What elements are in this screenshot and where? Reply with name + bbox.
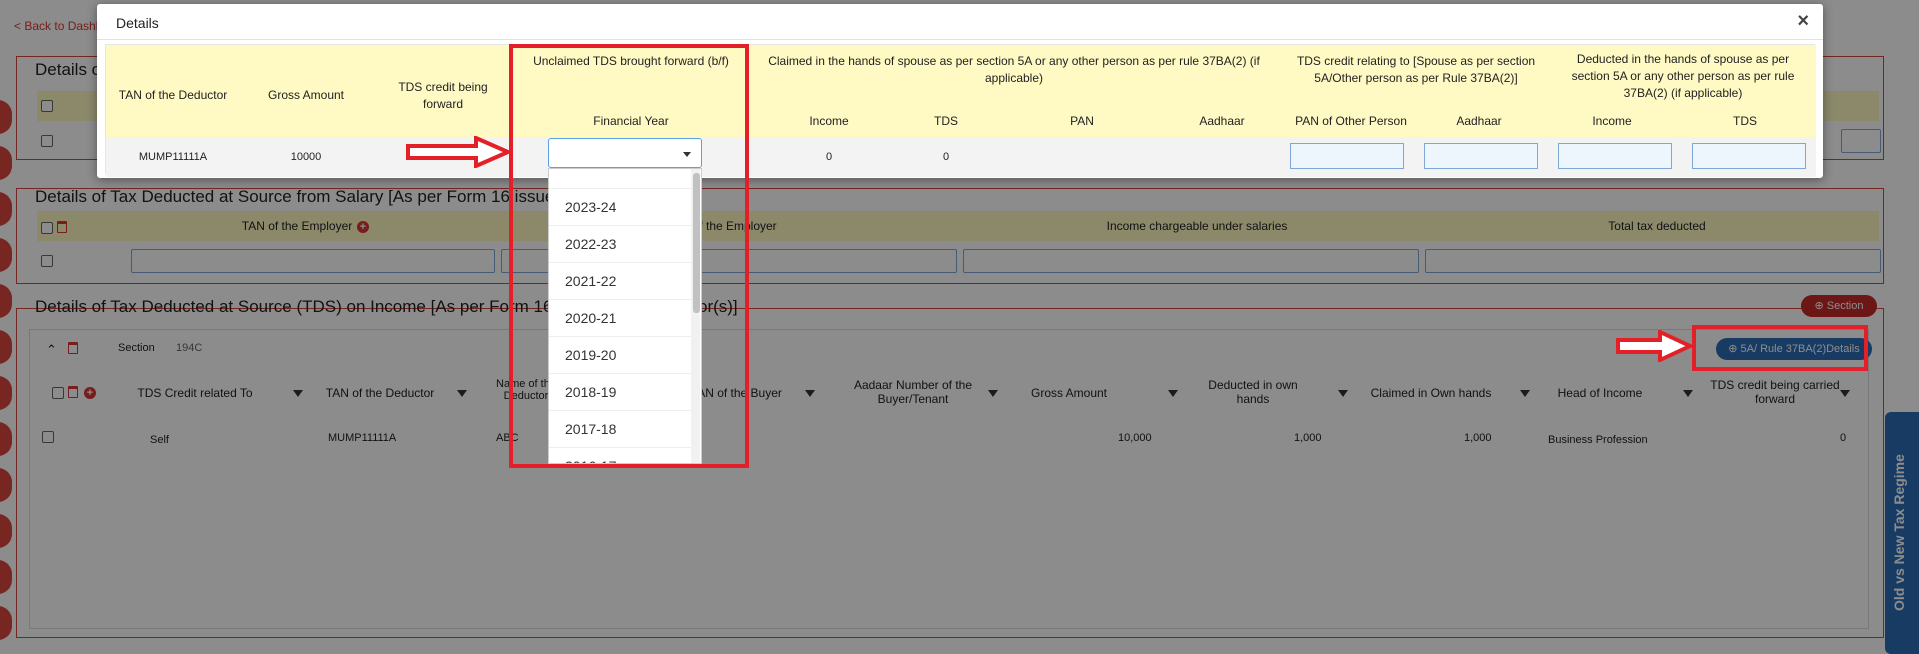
header-tds-credit-group: TDS credit relating to [Spouse as per se… xyxy=(1296,54,1536,85)
header-aadhaar: Aadhaar xyxy=(1199,114,1245,128)
highlight-box-financial-year xyxy=(509,44,749,468)
pan-other-person-input[interactable] xyxy=(1290,143,1404,169)
header-claimed-group: Claimed in the hands of spouse as per se… xyxy=(768,54,1260,85)
highlight-box-rule-button xyxy=(1692,325,1868,371)
cell-income: 0 xyxy=(825,151,833,163)
annotation-arrow-icon xyxy=(406,136,513,168)
header-tds-credit: TDS credit being forward xyxy=(398,80,488,111)
header-tan: TAN of the Deductor xyxy=(118,88,228,102)
cell-tan: MUMP11111A xyxy=(138,151,208,163)
header-tds: TDS xyxy=(934,114,958,128)
modal-title: Details xyxy=(116,15,159,31)
details-table: TAN of the Deductor Gross Amount TDS cre… xyxy=(105,44,1816,177)
header-pan: PAN xyxy=(1070,114,1094,128)
details-modal: Details × TAN of the Deductor Gross Amou… xyxy=(97,4,1823,178)
tds-input[interactable] xyxy=(1692,143,1806,169)
header-tds-2: TDS xyxy=(1733,114,1757,128)
header-gross: Gross Amount xyxy=(267,88,345,102)
cell-tds: 0 xyxy=(942,151,950,163)
header-pan-other: PAN of Other Person xyxy=(1295,114,1407,128)
header-aadhaar-2: Aadhaar xyxy=(1456,114,1502,128)
header-income-2: Income xyxy=(1592,114,1632,128)
income-input[interactable] xyxy=(1558,143,1672,169)
header-income: Income xyxy=(809,114,849,128)
cell-gross: 10000 xyxy=(290,151,322,163)
aadhaar-input[interactable] xyxy=(1424,143,1538,169)
close-icon[interactable]: × xyxy=(1797,10,1809,33)
modal-header: Details × xyxy=(97,4,1823,40)
details-table-header: TAN of the Deductor Gross Amount TDS cre… xyxy=(106,45,1816,137)
header-deducted-group: Deducted in the hands of spouse as per s… xyxy=(1571,52,1795,100)
annotation-arrow-icon xyxy=(1616,330,1694,362)
